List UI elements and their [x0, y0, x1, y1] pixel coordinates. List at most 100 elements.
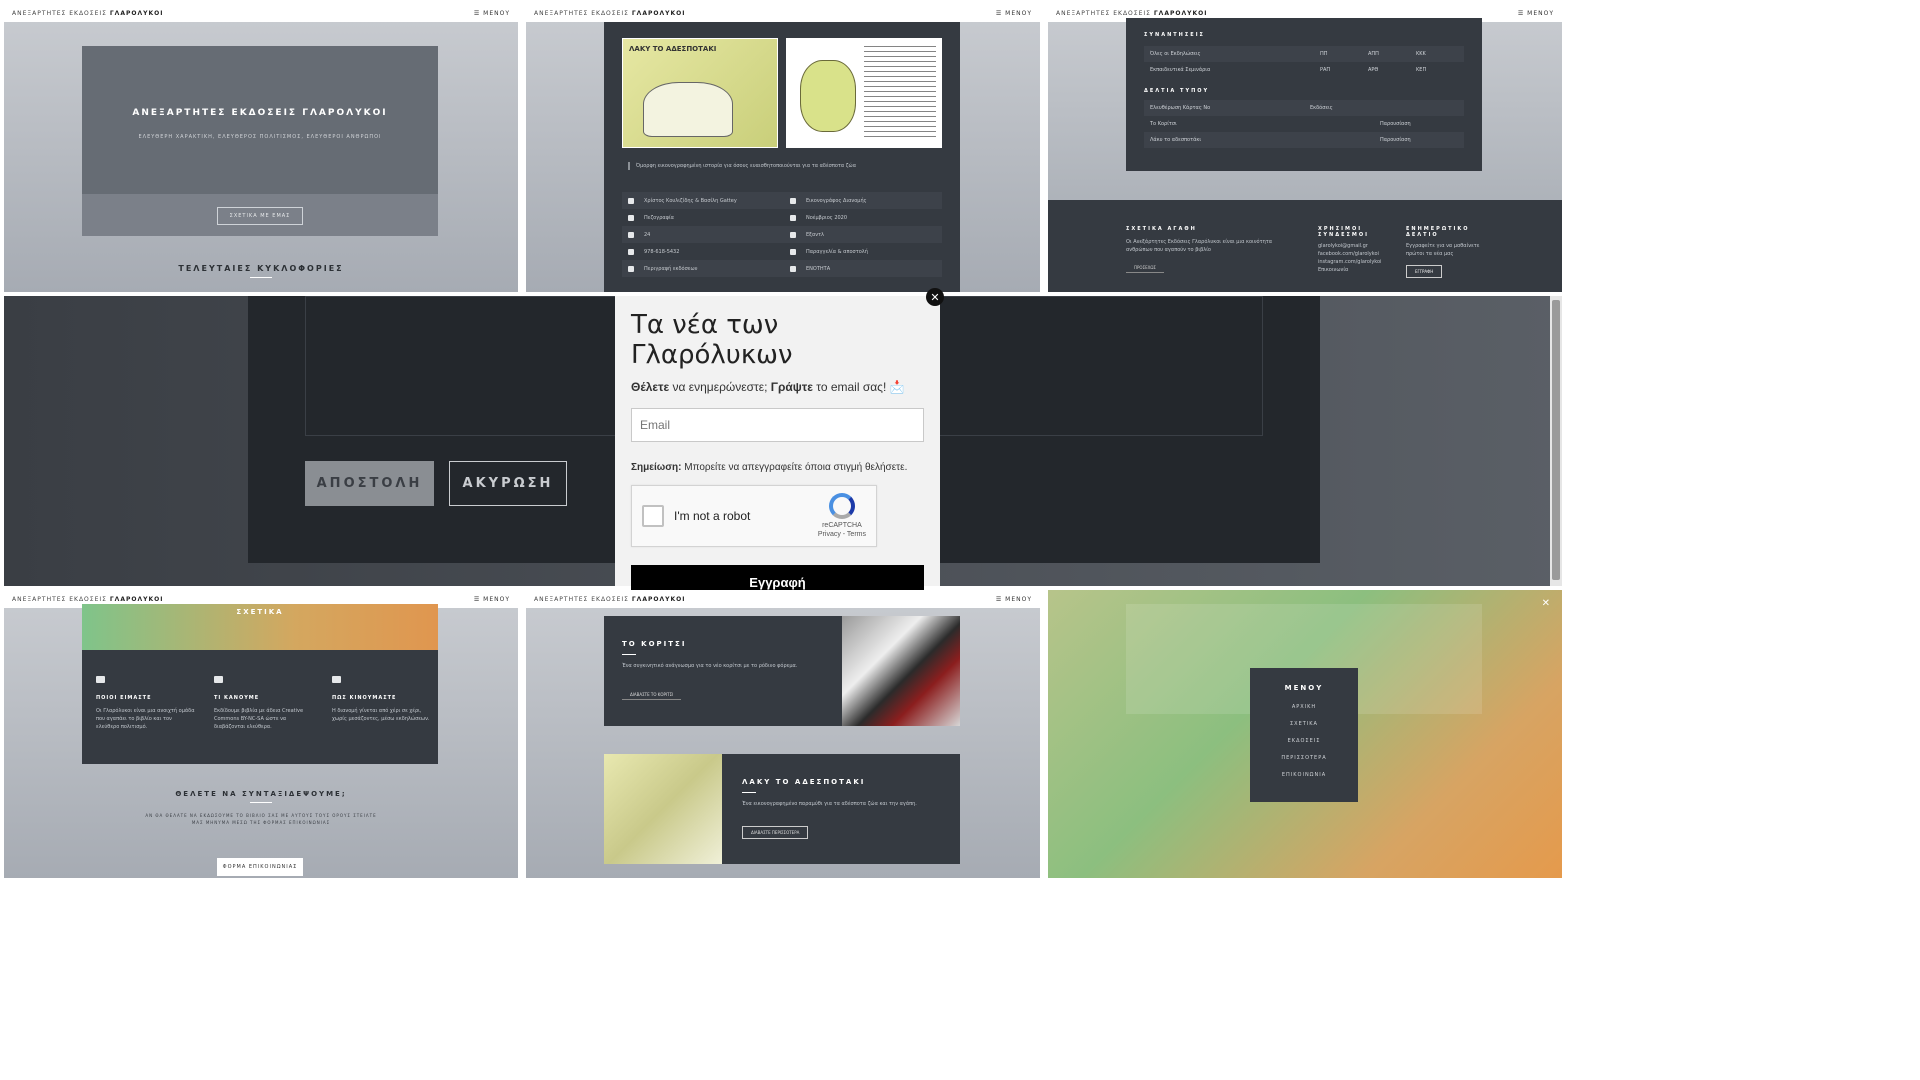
- panel-releases: ΑΝΕΞΑΡΤΗΤΕΣ ΕΚΔΟΣΕΙΣ ΓΛΑΡΟΛΥΚΟΙ ☰ ΜΕΝΟΥ …: [526, 590, 1040, 878]
- press-row: Ελευθέρωση Κάρτας Νο Εκδόσεις: [1144, 100, 1464, 116]
- captcha-label: I'm not a robot: [674, 509, 751, 523]
- about-us-button[interactable]: ΣΧΕΤΙΚΑ ΜΕ ΕΜΑΣ: [216, 207, 304, 225]
- release-girl-image: [842, 616, 960, 726]
- brand[interactable]: ΑΝΕΞΑΡΤΗΤΕΣ ΕΚΔΟΣΕΙΣ ΓΛΑΡΟΛΥΚΟΙ: [1056, 10, 1207, 17]
- dogs-illustration: [643, 82, 733, 137]
- recaptcha-logo: reCAPTCHA Privacy - Terms: [818, 492, 866, 539]
- contact-link[interactable]: Επικοινωνία: [1318, 266, 1408, 274]
- panel-about: ΑΝΕΞΑΡΤΗΤΕΣ ΕΚΔΟΣΕΙΣ ΓΛΑΡΟΛΥΚΟΙ ☰ ΜΕΝΟΥ …: [4, 590, 518, 878]
- footer-more-link[interactable]: ΠΡΟΣΕΧΩΣ: [1126, 263, 1164, 273]
- captcha-checkbox[interactable]: [642, 505, 664, 527]
- release-text: Ένα εικονογραφημένο παραμύθι για τα αδέσ…: [742, 801, 917, 807]
- details-row: 24 Εξαντλ: [622, 226, 942, 243]
- illustrator-icon: [790, 197, 796, 204]
- contact-form-button[interactable]: ΦΟΡΜΑ ΕΠΙΚΟΙΝΩΝΙΑΣ: [217, 858, 303, 876]
- menu-item-contact[interactable]: ΕΠΙΚΟΙΝΩΝΙΑ: [1250, 772, 1358, 789]
- release-card-lucky: ΛΑΚΥ ΤΟ ΑΔΕΣΠΟΤΑΚΙ Ένα εικονογραφημένο π…: [604, 754, 960, 864]
- screenshot-collage: ΑΝΕΞΑΡΤΗΤΕΣ ΕΚΔΟΣΕΙΣ ΓΛΑΡΟΛΥΚΟΙ ☰ ΜΕΝΟΥ …: [0, 0, 1920, 1080]
- menu-item-publications[interactable]: ΕΚΔΟΣΕΙΣ: [1250, 738, 1358, 755]
- author-icon: [628, 197, 634, 204]
- print-icon[interactable]: [790, 248, 796, 255]
- meetings-heading: ΣΥΝΑΝΤΗΣΕΙΣ: [1144, 32, 1205, 38]
- details-row: Χρίστος Κουλιζίδης & Βασίλη Gattey Εικον…: [622, 192, 942, 209]
- read-more-button[interactable]: ΔΙΑΒΑΣΤΕ ΤΟ ΚΟΡΙΤΣΙ: [622, 690, 682, 700]
- meetings-row: Όλες οι Εκδηλώσεις ΠΠ ΑΠΠ ΚΚΚ: [1144, 46, 1464, 62]
- read-more-button[interactable]: ΔΙΑΒΑΣΤΕ ΠΕΡΙΣΣΟΤΕΡΑ: [742, 826, 809, 839]
- brand[interactable]: ΑΝΕΞΑΡΤΗΤΕΣ ΕΚΔΟΣΕΙΣ ΓΛΑΡΟΛΥΚΟΙ: [12, 596, 163, 603]
- top-bar: ΑΝΕΞΑΡΤΗΤΕΣ ΕΚΔΟΣΕΙΣ ΓΛΑΡΟΛΥΚΟΙ ☰ ΜΕΝΟΥ: [526, 4, 1040, 22]
- press-heading: ΔΕΛΤΙΑ ΤΥΠΟΥ: [1144, 88, 1210, 94]
- meetings-card: ΣΥΝΑΝΤΗΣΕΙΣ Όλες οι Εκδηλώσεις ΠΠ ΑΠΠ ΚΚΚ Ε…: [1126, 18, 1482, 171]
- menu-button[interactable]: ☰ ΜΕΝΟΥ: [474, 596, 510, 603]
- popup-title: Τα νέα των Γλαρόλυκων: [631, 310, 793, 370]
- menu-button[interactable]: ☰ ΜΕΝΟΥ: [996, 596, 1032, 603]
- description-icon: [628, 265, 634, 272]
- release-title: ΛΑΚΥ ΤΟ ΑΔΕΣΠΟΤΑΚΙ: [742, 778, 866, 786]
- release-title: ΤΟ ΚΟΡΙΤΣΙ: [622, 640, 687, 648]
- top-bar: ΑΝΕΞΑΡΤΗΤΕΣ ΕΚΔΟΣΕΙΣ ΓΛΑΡΟΛΥΚΟΙ ☰ ΜΕΝΟΥ: [526, 590, 1040, 608]
- book-description: Όμορφη εικονογραφημένη ιστορία για όσους…: [628, 162, 940, 170]
- send-button[interactable]: ΑΠΟΣΤΟΛΗ: [305, 461, 434, 506]
- pages-icon: [628, 231, 634, 238]
- footer-newsletter: ΕΝΗΜΕΡΩΤΙΚΟ ΔΕΛΤΙΟ Εγγραφείτε για να μαθ…: [1406, 226, 1486, 278]
- brand[interactable]: ΑΝΕΞΑΡΤΗΤΕΣ ΕΚΔΟΣΕΙΣ ΓΛΑΡΟΛΥΚΟΙ: [534, 10, 685, 17]
- collab-text: ΑΝ ΘΑ ΘΕΛΑΤΕ ΝΑ ΕΚΔΩΣΟΥΜΕ ΤΟ ΒΙΒΛΙΟ ΣΑΣ …: [145, 813, 377, 826]
- book-cover-image: ΛΑΚΥ ΤΟ ΑΔΕΣΠΟΤΑΚΙ: [622, 38, 778, 148]
- close-popup-icon[interactable]: ✕: [926, 288, 944, 306]
- recaptcha-widget: I'm not a robot reCAPTCHA Privacy - Term…: [631, 485, 877, 547]
- menu-button[interactable]: ☰ ΜΕΝΟΥ: [474, 10, 510, 17]
- about-card: ΠΟΙΟΙ ΕΙΜΑΣΤΕ Οι Γλαρόλυκοι είναι μια αν…: [82, 650, 438, 764]
- page-scrollbar-thumb[interactable]: [1552, 300, 1560, 580]
- captcha-privacy-terms-link[interactable]: Privacy - Terms: [818, 530, 866, 539]
- about-banner: ΣΧΕΤΙΚΑ: [82, 604, 438, 650]
- menu-button[interactable]: ☰ ΜΕΝΟΥ: [996, 10, 1032, 17]
- heading-divider: [250, 802, 272, 803]
- details-row: Πεζογραφία Νοέμβριος 2020: [622, 209, 942, 226]
- download-icon[interactable]: [628, 248, 634, 255]
- details-row: 978-618-5432 Παραγγελία & αποστολή: [622, 243, 942, 260]
- cancel-button[interactable]: ΑΚΥΡΩΣΗ: [449, 461, 567, 506]
- site-footer: ΣΧΕΤΙΚΑ ΑΓΑΘΗ Οι Ανεξάρτητες Εκδόσεις Γλ…: [1048, 200, 1562, 292]
- genre-icon: [628, 214, 634, 221]
- collab-heading: ΘΕΛΕΤΕ ΝΑ ΣΥΝΤΑΞΙΔΕΨΟΥΜΕ;: [175, 790, 347, 798]
- instagram-link[interactable]: instagram.com/glarolykoi: [1318, 258, 1408, 266]
- panel-book-detail: ΑΝΕΞΑΡΤΗΤΕΣ ΕΚΔΟΣΕΙΣ ΓΛΑΡΟΛΥΚΟΙ ☰ ΜΕΝΟΥ …: [526, 4, 1040, 292]
- about-col-who: ΠΟΙΟΙ ΕΙΜΑΣΤΕ Οι Γλαρόλυκοι είναι μια αν…: [96, 668, 196, 731]
- close-menu-icon[interactable]: ✕: [1542, 598, 1550, 609]
- panel-meetings-footer: ΑΝΕΞΑΡΤΗΤΕΣ ΕΚΔΟΣΕΙΣ ΓΛΑΡΟΛΥΚΟΙ ☰ ΜΕΝΟΥ …: [1048, 4, 1562, 292]
- brand[interactable]: ΑΝΕΞΑΡΤΗΤΕΣ ΕΚΔΟΣΕΙΣ ΓΛΑΡΟΛΥΚΟΙ: [534, 596, 685, 603]
- release-card-girl: ΤΟ ΚΟΡΙΤΣΙ Ένα συγκινητικό ανάγνωσμα για…: [604, 616, 960, 726]
- heading-divider: [250, 277, 272, 278]
- unsubscribe-note: Σημείωση: Μπορείτε να απεγγραφείτε όποια…: [631, 462, 908, 473]
- footer-about: ΣΧΕΤΙΚΑ ΑΓΑΘΗ Οι Ανεξάρτητες Εκδόσεις Γλ…: [1126, 226, 1296, 273]
- newspaper-icon: [214, 676, 223, 683]
- newsletter-button[interactable]: ΕΓΓΡΑΦΗ: [1406, 265, 1443, 278]
- book-details-table: Χρίστος Κουλιζίδης & Βασίλη Gattey Εικον…: [622, 192, 942, 277]
- brand[interactable]: ΑΝΕΞΑΡΤΗΤΕΣ ΕΚΔΟΣΕΙΣ ΓΛΑΡΟΛΥΚΟΙ: [12, 10, 163, 17]
- press-row: Λάκυ το αδεσποτάκι Παρουσίαση: [1144, 132, 1464, 148]
- menu-title: ΜΕΝΟΥ: [1284, 684, 1324, 692]
- panel-hero: ΑΝΕΞΑΡΤΗΤΕΣ ΕΚΔΟΣΕΙΣ ΓΛΑΡΟΛΥΚΟΙ ☰ ΜΕΝΟΥ …: [4, 4, 518, 292]
- menu-button[interactable]: ☰ ΜΕΝΟΥ: [1518, 10, 1554, 17]
- facebook-link[interactable]: facebook.com/glarolykoi: [1318, 250, 1408, 258]
- hero-title: ΑΝΕΞΑΡΤΗΤΕΣ ΕΚΔΟΣΕΙΣ ΓΛΑΡΟΛΥΚΟΙ: [132, 108, 388, 118]
- meetings-row: Εκπαιδευτικά Σεμινάρια ΡΑΠ ΑΡΘ ΚΕΠ: [1150, 67, 1427, 73]
- overlay-menu: ΜΕΝΟΥ ΑΡΧΙΚΗ ΣΧΕΤΙΚΑ ΕΚΔΟΣΕΙΣ ΠΕΡΙΣΣΟΤΕΡ…: [1250, 668, 1358, 802]
- menu-item-home[interactable]: ΑΡΧΙΚΗ: [1250, 704, 1358, 721]
- calendar-icon: [790, 214, 796, 221]
- menu-item-about[interactable]: ΣΧΕΤΙΚΑ: [1250, 721, 1358, 738]
- email-input[interactable]: [631, 408, 924, 442]
- book-back-image: [786, 38, 942, 148]
- latest-releases-heading: ΤΕΛΕΥΤΑΙΕΣ ΚΥΚΛΟΦΟΡΙΕΣ: [178, 264, 344, 273]
- details-row: Περιγραφή εκδόσεων ΕΝΟΤΗΤΑ: [622, 260, 942, 277]
- stock-icon: [790, 231, 796, 238]
- menu-item-more[interactable]: ΠΕΡΙΣΣΟΤΕΡΑ: [1250, 755, 1358, 772]
- dog-illustration: [800, 60, 856, 132]
- book-card: ΛΑΚΥ ΤΟ ΑΔΕΣΠΟΤΑΚΙ Όμορφη εικονογραφημέν…: [604, 22, 960, 292]
- email-link[interactable]: glarolykoi@gmail.gr: [1318, 242, 1408, 250]
- hero-card: ΑΝΕΞΑΡΤΗΤΕΣ ΕΚΔΟΣΕΙΣ ΓΛΑΡΟΛΥΚΟΙ ΕΛΕΥΘΕΡΗ…: [82, 46, 438, 236]
- top-bar: ΑΝΕΞΑΡΤΗΤΕΣ ΕΚΔΟΣΕΙΣ ΓΛΑΡΟΛΥΚΟΙ ☰ ΜΕΝΟΥ: [4, 4, 518, 22]
- about-col-how: ΠΩΣ ΚΙΝΟΥΜΑΣΤΕ Η διανομή γίνεται από χέρ…: [332, 668, 432, 723]
- newsletter-popup: Τα νέα των Γλαρόλυκων Θέλετε να ενημερών…: [615, 296, 940, 599]
- id-card-icon: [96, 676, 105, 683]
